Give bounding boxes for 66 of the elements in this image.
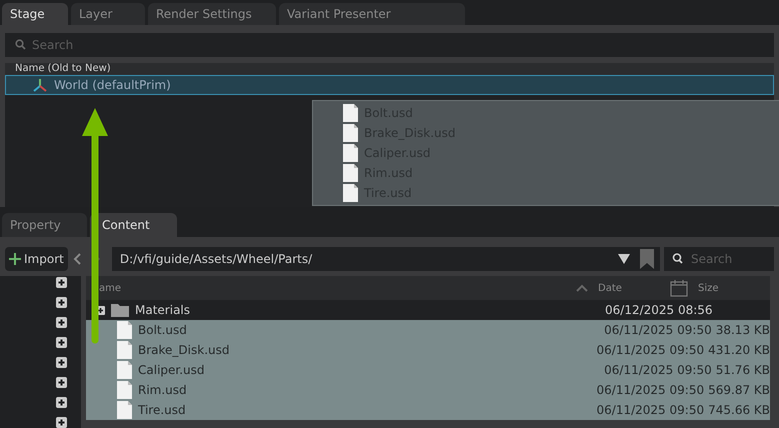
folder-icon — [111, 303, 129, 317]
expand-icon[interactable] — [56, 316, 67, 328]
file-row[interactable]: Brake_Disk.usd 06/11/2025 09:50 431.20 KB — [86, 340, 770, 360]
column-header: Name (Old to New) — [15, 64, 111, 74]
tab[interactable]: Variant Presenter — [279, 3, 465, 25]
plus-icon — [9, 252, 21, 264]
file-name: Brake_Disk.usd — [138, 342, 230, 359]
file-icon — [117, 401, 132, 419]
file-name: Tire.usd — [138, 402, 186, 419]
dropdown-icon[interactable] — [618, 254, 630, 264]
file-name: Caliper.usd — [138, 362, 205, 379]
search-icon — [15, 39, 26, 50]
search-field[interactable]: Search — [664, 246, 774, 270]
file-icon — [343, 104, 358, 122]
expand-icon[interactable] — [56, 376, 67, 388]
column-header[interactable]: Date — [598, 280, 670, 296]
file-icon — [117, 321, 132, 339]
expand-icon[interactable] — [56, 296, 67, 308]
file-row[interactable]: Bolt.usd 06/11/2025 09:50 38.13 KB — [86, 320, 770, 340]
expand-icon[interactable] — [56, 396, 67, 408]
tab[interactable]: Content — [90, 213, 177, 237]
size-cell-text: 38.13 KB — [716, 322, 770, 339]
path-field[interactable]: D:/vfi/guide/Assets/Wheel/Parts/ — [112, 246, 660, 270]
column-header[interactable]: ame — [99, 280, 576, 296]
sort-icon[interactable] — [576, 284, 588, 292]
tab[interactable]: Layer — [71, 3, 145, 25]
date-cell-text: 06/11/2025 09:50 — [604, 322, 712, 339]
calendar-icon[interactable] — [670, 279, 688, 297]
expand-icon[interactable] — [56, 336, 67, 348]
search-input[interactable]: Search — [691, 246, 774, 270]
file-icon — [343, 164, 358, 182]
back-icon[interactable] — [72, 252, 82, 264]
size-cell-text: 431.20 KB — [708, 342, 770, 359]
bookmark-icon[interactable] — [640, 248, 654, 268]
file-icon — [343, 144, 358, 162]
date-cell-text: 06/12/2025 08:56 — [605, 302, 713, 319]
expand-icon[interactable] — [56, 276, 67, 288]
tab[interactable]: Render Settings — [148, 3, 276, 25]
file-name: Materials — [135, 302, 190, 319]
file-row[interactable]: Caliper.usd 06/11/2025 09:50 51.76 KB — [86, 360, 770, 380]
axes-icon — [32, 76, 48, 93]
file-icon — [117, 361, 132, 379]
file-icon — [343, 184, 358, 202]
file-name: Bolt.usd — [138, 322, 187, 339]
tree-row[interactable]: World (defaultPrim) — [5, 74, 774, 95]
column-header[interactable]: Size — [698, 280, 719, 296]
file-name: Rim.usd — [138, 382, 187, 399]
expand-icon[interactable] — [56, 416, 67, 428]
date-cell-text: 06/11/2025 09:50 — [596, 402, 704, 419]
date-cell-text: 06/11/2025 09:50 — [604, 362, 712, 379]
size-cell-text: 745.66 KB — [708, 402, 770, 419]
date-cell-text: 06/11/2025 09:50 — [596, 342, 704, 359]
search-icon — [670, 252, 683, 265]
file-icon — [117, 341, 132, 359]
size-cell-text: 51.76 KB — [716, 362, 770, 379]
tab[interactable]: Stage — [2, 3, 68, 25]
import-button[interactable]: Import — [5, 246, 68, 270]
date-cell-text: 06/11/2025 09:50 — [596, 382, 704, 399]
tab[interactable]: Property — [2, 213, 87, 237]
file-row[interactable]: Tire.usd 06/11/2025 09:50 745.66 KB — [86, 400, 770, 420]
file-icon — [343, 124, 358, 142]
expand-icon[interactable] — [56, 356, 67, 368]
tree-label: World (defaultPrim) — [54, 76, 171, 94]
size-cell-text: 569.87 KB — [708, 382, 770, 399]
file-icon — [117, 381, 132, 399]
file-row[interactable]: Rim.usd 06/11/2025 09:50 569.87 KB — [86, 380, 770, 400]
